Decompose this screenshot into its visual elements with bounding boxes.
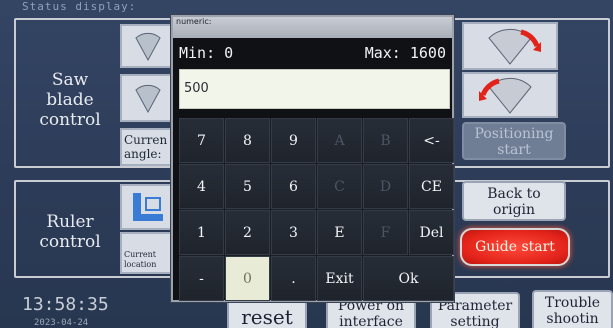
current-location-label: Current location [120,232,175,274]
saw-blade-label: Saw blade control [39,70,101,130]
keypad-grid: 7 8 9 A B <- 4 5 6 C D CE 1 2 3 E F Del … [179,118,454,301]
key-4[interactable]: 4 [179,164,224,209]
saw-rotate-left-button[interactable] [462,72,558,118]
saw-blade-icon [134,32,161,62]
reset-button[interactable]: reset [227,300,307,328]
key-1[interactable]: 1 [179,210,224,255]
key-c[interactable]: C [317,164,362,209]
saw-blade-icon [134,84,161,114]
ruler-icon [132,193,163,221]
key-8[interactable]: 8 [225,118,270,163]
ok-key[interactable]: Ok [363,256,454,301]
numeric-keypad-dialog: numeric: Min: 0 Max: 1600 500 7 8 9 A B … [171,15,454,302]
clock-time: 13:58:35 [22,294,109,315]
key-d[interactable]: D [363,164,408,209]
ruler-control-label: Ruler control [39,212,101,252]
minus-key[interactable]: - [179,256,224,301]
backspace-key[interactable]: <- [409,118,454,163]
key-5[interactable]: 5 [225,164,270,209]
max-value-label: Max: 1600 [364,44,446,62]
positioning-start-button[interactable]: Positioning start [462,122,566,160]
clock-date: 2023-04-24 [34,318,89,328]
saw-angle-up-button[interactable] [120,24,175,68]
min-value-label: Min: 0 [179,44,234,62]
dialog-title: numeric: [173,17,452,38]
key-f[interactable]: F [363,210,408,255]
delete-key[interactable]: Del [409,210,454,255]
key-9[interactable]: 9 [271,118,316,163]
key-0[interactable]: 0 [225,256,270,301]
ruler-icon-tile [120,184,175,230]
numeric-entry-field[interactable]: 500 [179,69,450,109]
saw-angle-down-button[interactable] [120,74,175,122]
guide-start-button[interactable]: Guide start [460,228,570,266]
key-6[interactable]: 6 [271,164,316,209]
key-7[interactable]: 7 [179,118,224,163]
current-angle-label: Curren angle: [120,128,175,166]
range-row: Min: 0 Max: 1600 [173,38,452,68]
hmi-screen: Status display: Saw blade control Curren… [0,0,613,328]
saw-rotate-icon [488,28,541,65]
saw-rotate-right-button[interactable] [462,22,558,70]
exit-key[interactable]: Exit [317,256,362,301]
key-b[interactable]: B [363,118,408,163]
key-2[interactable]: 2 [225,210,270,255]
back-to-origin-button[interactable]: Back to origin [462,181,566,221]
saw-rotate-icon [479,77,532,114]
key-a[interactable]: A [317,118,362,163]
key-e[interactable]: E [317,210,362,255]
decimal-point-key[interactable]: . [271,256,316,301]
key-3[interactable]: 3 [271,210,316,255]
clear-entry-key[interactable]: CE [409,164,454,209]
troubleshooting-button[interactable]: Trouble shootin [532,290,613,328]
status-display-label: Status display: [22,0,137,13]
